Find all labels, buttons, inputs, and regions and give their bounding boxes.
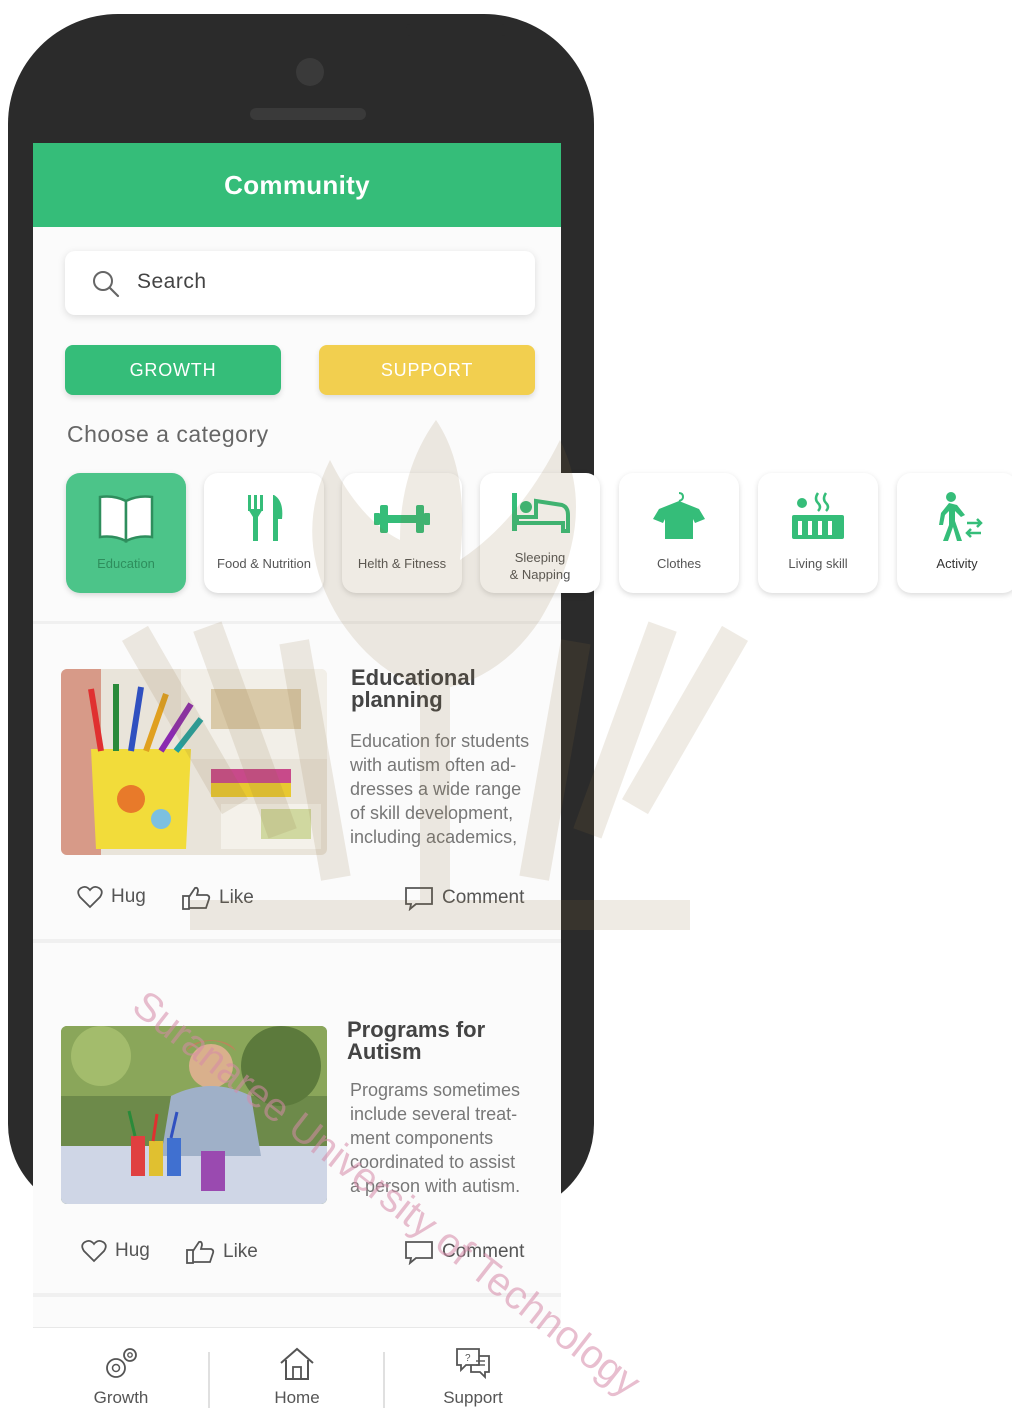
shirt-icon [653,492,705,539]
cooking-icon [792,492,844,539]
category-clothes[interactable]: Clothes [619,473,739,593]
category-label-line2: & Napping [509,567,571,582]
hug-button[interactable]: Hug [77,885,146,909]
category-label: Living skill [788,556,848,571]
gears-icon [106,1348,137,1378]
page-title: Community [224,170,370,200]
post-excerpt-line: include several treat- [350,1104,518,1124]
post-excerpt-line: of skill development, [350,803,514,823]
hug-label: Hug [111,886,146,908]
app-header: Community [33,143,561,227]
category-label: Clothes [656,556,702,571]
post-title-line1: Programs for [347,1017,486,1042]
nav-label: Growth [93,1388,149,1407]
like-button[interactable]: Like [181,885,254,911]
category-heading: Choose a category [67,421,269,447]
post-excerpt-line: ment components [350,1128,494,1148]
like-label: Like [219,887,254,909]
search-input[interactable]: Search [65,251,535,315]
heart-icon [77,885,103,909]
nav-label: Home [274,1388,320,1407]
post-title-line2: planning [351,687,443,712]
hug-button[interactable]: Hug [81,1239,150,1263]
dumbbell-icon [374,505,430,533]
category-label: Education [97,556,155,571]
post-title-line2: Autism [347,1039,422,1064]
post-excerpt: Education for students with autism often… [350,729,546,849]
post-image-child[interactable] [61,1026,327,1204]
nav-support[interactable]: ? Support [385,1328,561,1421]
category-food-nutrition[interactable]: Food & Nutrition [204,473,324,593]
comment-icon [405,1241,433,1266]
post-excerpt-line: including academics, [350,827,518,847]
comment-icon [405,887,433,912]
category-activity[interactable]: Activity [897,473,1012,593]
post-image-pencils[interactable] [61,669,327,855]
thumbs-up-icon [182,886,211,910]
search-icon [93,271,120,298]
hug-label: Hug [115,1240,150,1262]
post-excerpt-line: Programs sometimes [350,1080,521,1100]
post-divider [33,1293,561,1297]
bottom-navigation: Growth Home ? Support [33,1327,561,1421]
fork-knife-icon [248,495,283,541]
comment-label: Comment [442,1241,525,1263]
home-icon [280,1347,314,1380]
child-drawing-photo [61,1026,327,1204]
comment-label: Comment [442,887,525,909]
post-title[interactable]: Programs for Autism [347,1019,537,1063]
thumbs-up-icon [186,1240,215,1264]
post-title-line1: Educational [351,665,476,690]
heart-icon [81,1239,107,1263]
comment-button[interactable]: Comment [404,885,525,912]
category-label: Sleeping & Napping [484,549,596,583]
category-label: Food & Nutrition [217,556,311,571]
phone-side-button [406,24,506,36]
support-tab-button[interactable]: SUPPORT [319,345,535,395]
support-chat-icon: ? [456,1348,490,1380]
nav-growth[interactable]: Growth [33,1328,209,1421]
category-label: Activity [936,556,978,571]
phone-speaker [250,108,366,120]
post-excerpt-line: a person with autism. [350,1176,521,1196]
like-label: Like [223,1241,258,1263]
post-excerpt-line: Education for students [350,731,530,751]
post-divider [33,939,561,943]
front-camera [296,58,324,86]
comment-button[interactable]: Comment [404,1239,525,1266]
walking-person-icon [939,492,983,541]
nav-home[interactable]: Home [209,1328,385,1421]
post-excerpt-line: with autism often ad- [350,755,517,775]
section-divider [33,621,561,624]
post-excerpt: Programs sometimes include several treat… [350,1078,546,1198]
category-education[interactable]: Education [66,473,186,593]
growth-tab-button[interactable]: GROWTH [65,345,281,395]
bed-icon [512,493,570,533]
app-screen: Community Search GROWTH SUPPORT Choose a… [33,143,1012,1421]
pencil-cup-photo [61,669,327,855]
like-button[interactable]: Like [185,1239,258,1265]
book-icon [98,495,154,544]
search-placeholder: Search [137,270,207,293]
category-label: Helth & Fitness [357,556,447,571]
post-excerpt-line: dresses a wide range [350,779,522,799]
category-label-line1: Sleeping [514,550,566,565]
category-sleeping-napping[interactable]: Sleeping & Napping [480,473,600,593]
nav-label: Support [443,1388,503,1407]
post-excerpt-line: coordinated to assist [350,1152,516,1172]
svg-text:?: ? [465,1353,471,1364]
category-living-skill[interactable]: Living skill [758,473,878,593]
post-title[interactable]: Educational planning [351,667,541,711]
category-health-fitness[interactable]: Helth & Fitness [342,473,462,593]
